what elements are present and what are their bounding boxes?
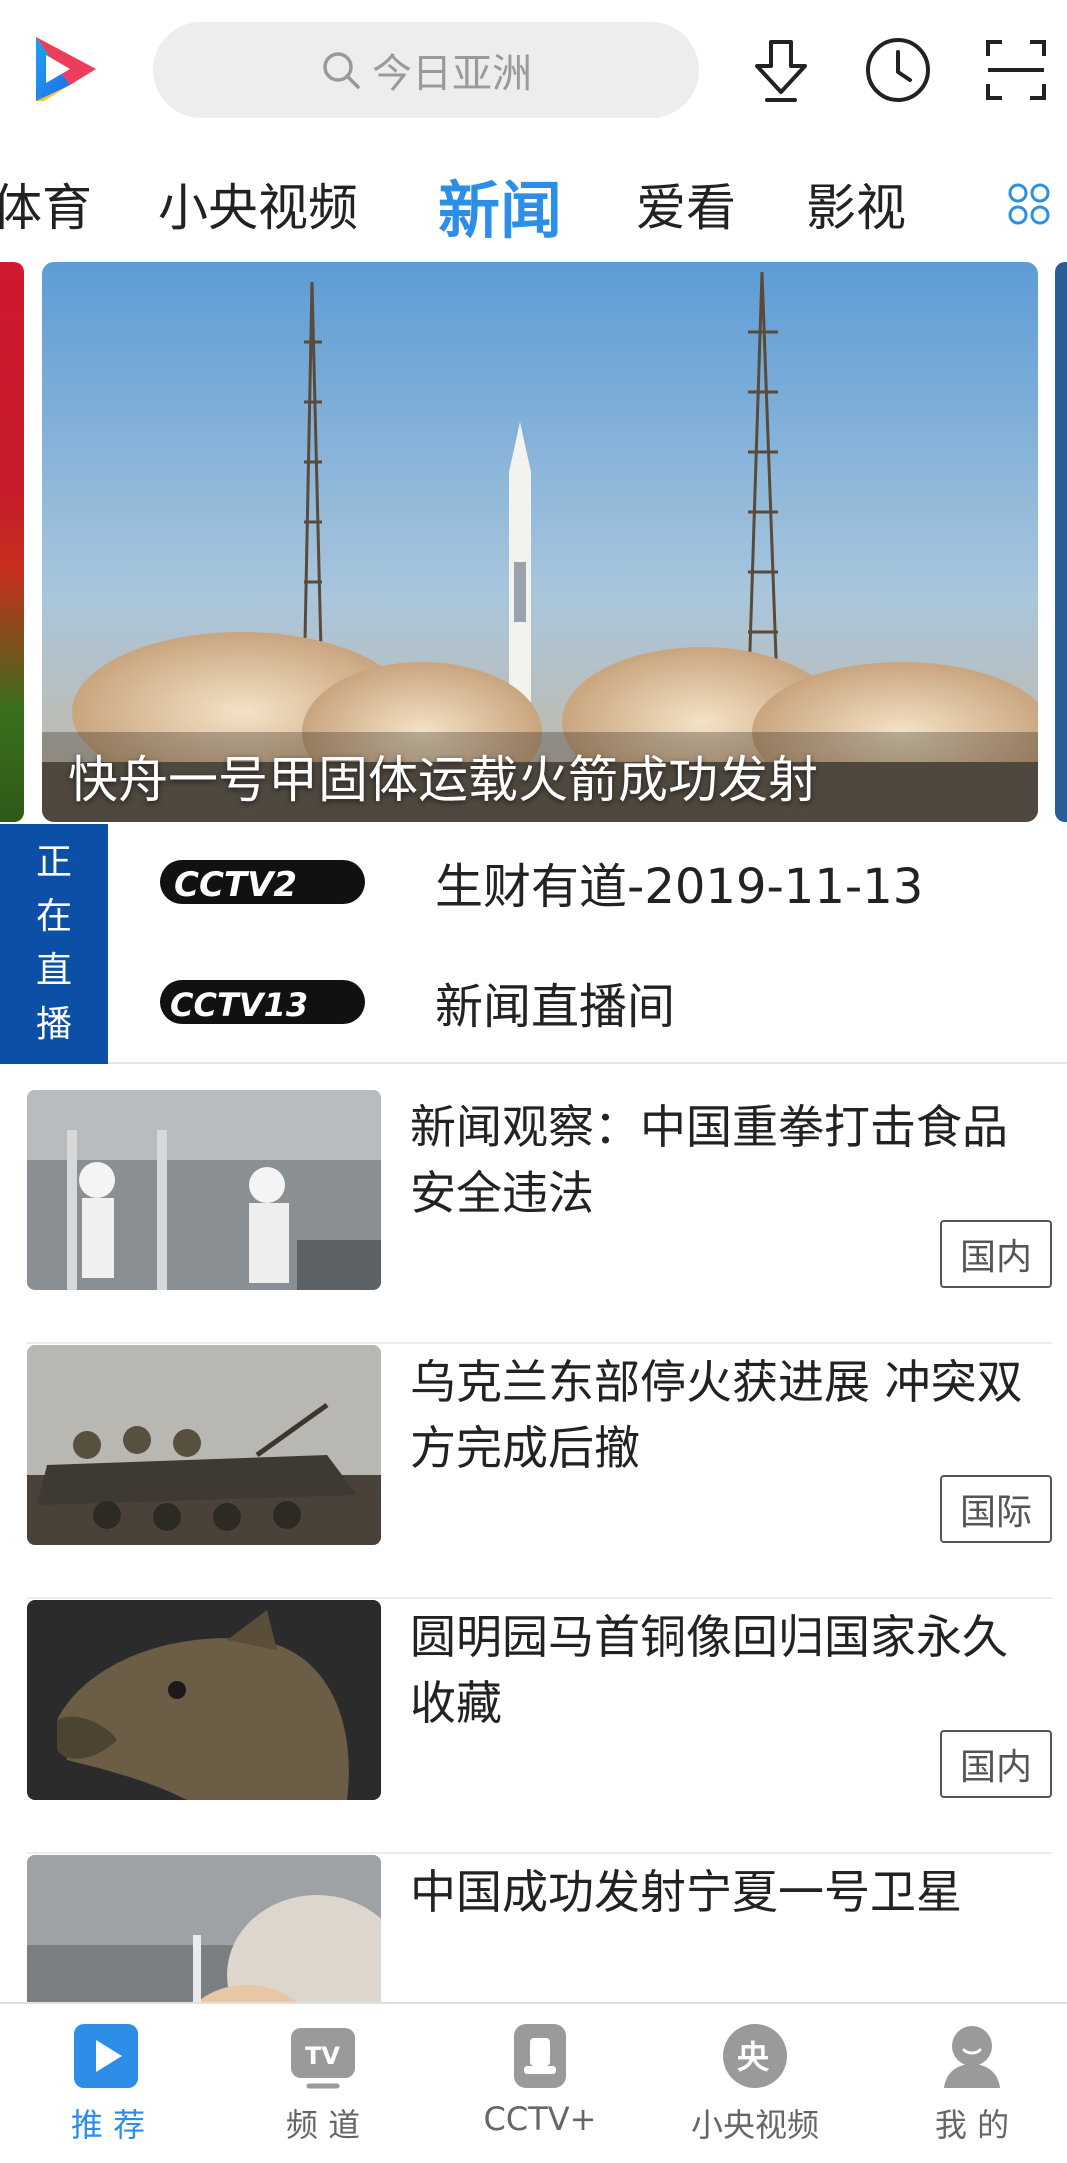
- cctv2-logo-text: CCTV2: [174, 865, 297, 905]
- news-list-item[interactable]: 乌克兰东部停火获进展 冲突双方完成后撤 国际: [0, 1345, 1067, 1599]
- search-placeholder: 今日亚洲: [372, 51, 532, 97]
- app-header: 今日亚洲: [0, 0, 1067, 145]
- nav-label: 我 的: [934, 2106, 1010, 2144]
- banner-carousel[interactable]: 快舟一号甲固体运载火箭成功发射: [42, 262, 1038, 822]
- news-list-item[interactable]: 新闻观察：中国重拳打击食品安全违法 国内: [0, 1090, 1067, 1344]
- live-channel-row[interactable]: CCTV2 生财有道-2019-11-13: [160, 832, 923, 932]
- history-clock-icon[interactable]: [862, 34, 934, 106]
- news-tag: 国际: [940, 1475, 1052, 1543]
- nav-item-me[interactable]: 我 的: [872, 2018, 1067, 2146]
- live-section: 正 在 直 播 CCTV2 生财有道-2019-11-13 CCTV13 新闻直…: [0, 824, 1067, 1064]
- user-icon: [944, 2026, 1000, 2088]
- live-badge-char: 在: [35, 896, 72, 937]
- nav-item-recommend[interactable]: 推 荐: [8, 2018, 208, 2146]
- news-title[interactable]: 圆明园马首铜像回归国家永久收藏: [410, 1604, 1050, 1736]
- news-list-item[interactable]: 圆明园马首铜像回归国家永久收藏 国内: [0, 1600, 1067, 1854]
- cctv2-logo: CCTV2: [160, 860, 365, 905]
- nav-item-xiaoyang-video[interactable]: 央 小央视频: [655, 2018, 855, 2146]
- search-input[interactable]: 今日亚洲: [153, 22, 699, 118]
- news-thumbnail: [27, 1600, 381, 1800]
- banner-caption: 快舟一号甲固体运载火箭成功发射: [68, 751, 818, 809]
- live-badge: 正 在 直 播: [0, 824, 108, 1064]
- live-badge-char: 正: [35, 842, 72, 883]
- news-thumbnail: [27, 1090, 381, 1290]
- banner-next-peek[interactable]: [1055, 262, 1067, 822]
- nav-label: 推 荐: [70, 2106, 146, 2144]
- nav-item-cctv-plus[interactable]: CCTV+: [440, 2018, 640, 2138]
- news-tag: 国内: [940, 1730, 1052, 1798]
- divider: [27, 1597, 1052, 1599]
- nav-label: CCTV+: [483, 2100, 597, 2138]
- banner-prev-peek[interactable]: [0, 262, 24, 822]
- svg-text:央: 央: [737, 2038, 770, 2076]
- download-icon[interactable]: [745, 34, 817, 106]
- svg-text:TV: TV: [305, 2042, 340, 2070]
- live-badge-char: 播: [35, 1004, 72, 1045]
- divider: [27, 1852, 1052, 1854]
- tab-news[interactable]: 新闻: [438, 160, 562, 250]
- bottom-navigation: 推 荐 TV 频 道 CCTV+ 央 小央视频 我 的: [0, 2002, 1067, 2163]
- tab-film-tv[interactable]: 影视: [806, 168, 906, 240]
- rocket-launch-image: [42, 262, 1038, 822]
- tab-aikan[interactable]: 爱看: [636, 168, 736, 240]
- news-title[interactable]: 新闻观察：中国重拳打击食品安全违法: [410, 1094, 1050, 1226]
- app-logo[interactable]: [30, 33, 102, 105]
- play-icon: [74, 2024, 138, 2088]
- cctv-plus-icon: [514, 2024, 566, 2088]
- news-title[interactable]: 乌克兰东部停火获进展 冲突双方完成后撤: [410, 1349, 1050, 1481]
- category-tabs: 体育 小央视频 新闻 爱看 影视: [0, 150, 1067, 258]
- tab-xiaoyang-video[interactable]: 小央视频: [158, 168, 358, 240]
- cctv13-logo-text: CCTV13: [170, 986, 308, 1024]
- tab-sports[interactable]: 体育: [0, 168, 92, 240]
- scan-icon[interactable]: [980, 34, 1052, 106]
- nav-item-channels[interactable]: TV 频 道: [223, 2018, 423, 2146]
- news-thumbnail: [27, 1345, 381, 1545]
- search-icon: [323, 52, 360, 89]
- nav-label: 小央视频: [690, 2106, 819, 2144]
- live-channel-row[interactable]: CCTV13 新闻直播间: [160, 952, 675, 1052]
- news-title[interactable]: 中国成功发射宁夏一号卫星: [410, 1859, 1050, 1925]
- divider: [27, 1342, 1052, 1344]
- news-tag: 国内: [940, 1220, 1052, 1288]
- live-program-title[interactable]: 新闻直播间: [435, 967, 675, 1037]
- live-program-title[interactable]: 生财有道-2019-11-13: [435, 847, 923, 917]
- yang-icon: 央: [723, 2024, 787, 2088]
- cctv13-logo: CCTV13: [160, 980, 365, 1024]
- tv-icon: TV: [291, 2028, 355, 2089]
- grid-icon[interactable]: [1005, 180, 1053, 228]
- nav-label: 频 道: [285, 2106, 361, 2144]
- live-badge-char: 直: [35, 950, 72, 991]
